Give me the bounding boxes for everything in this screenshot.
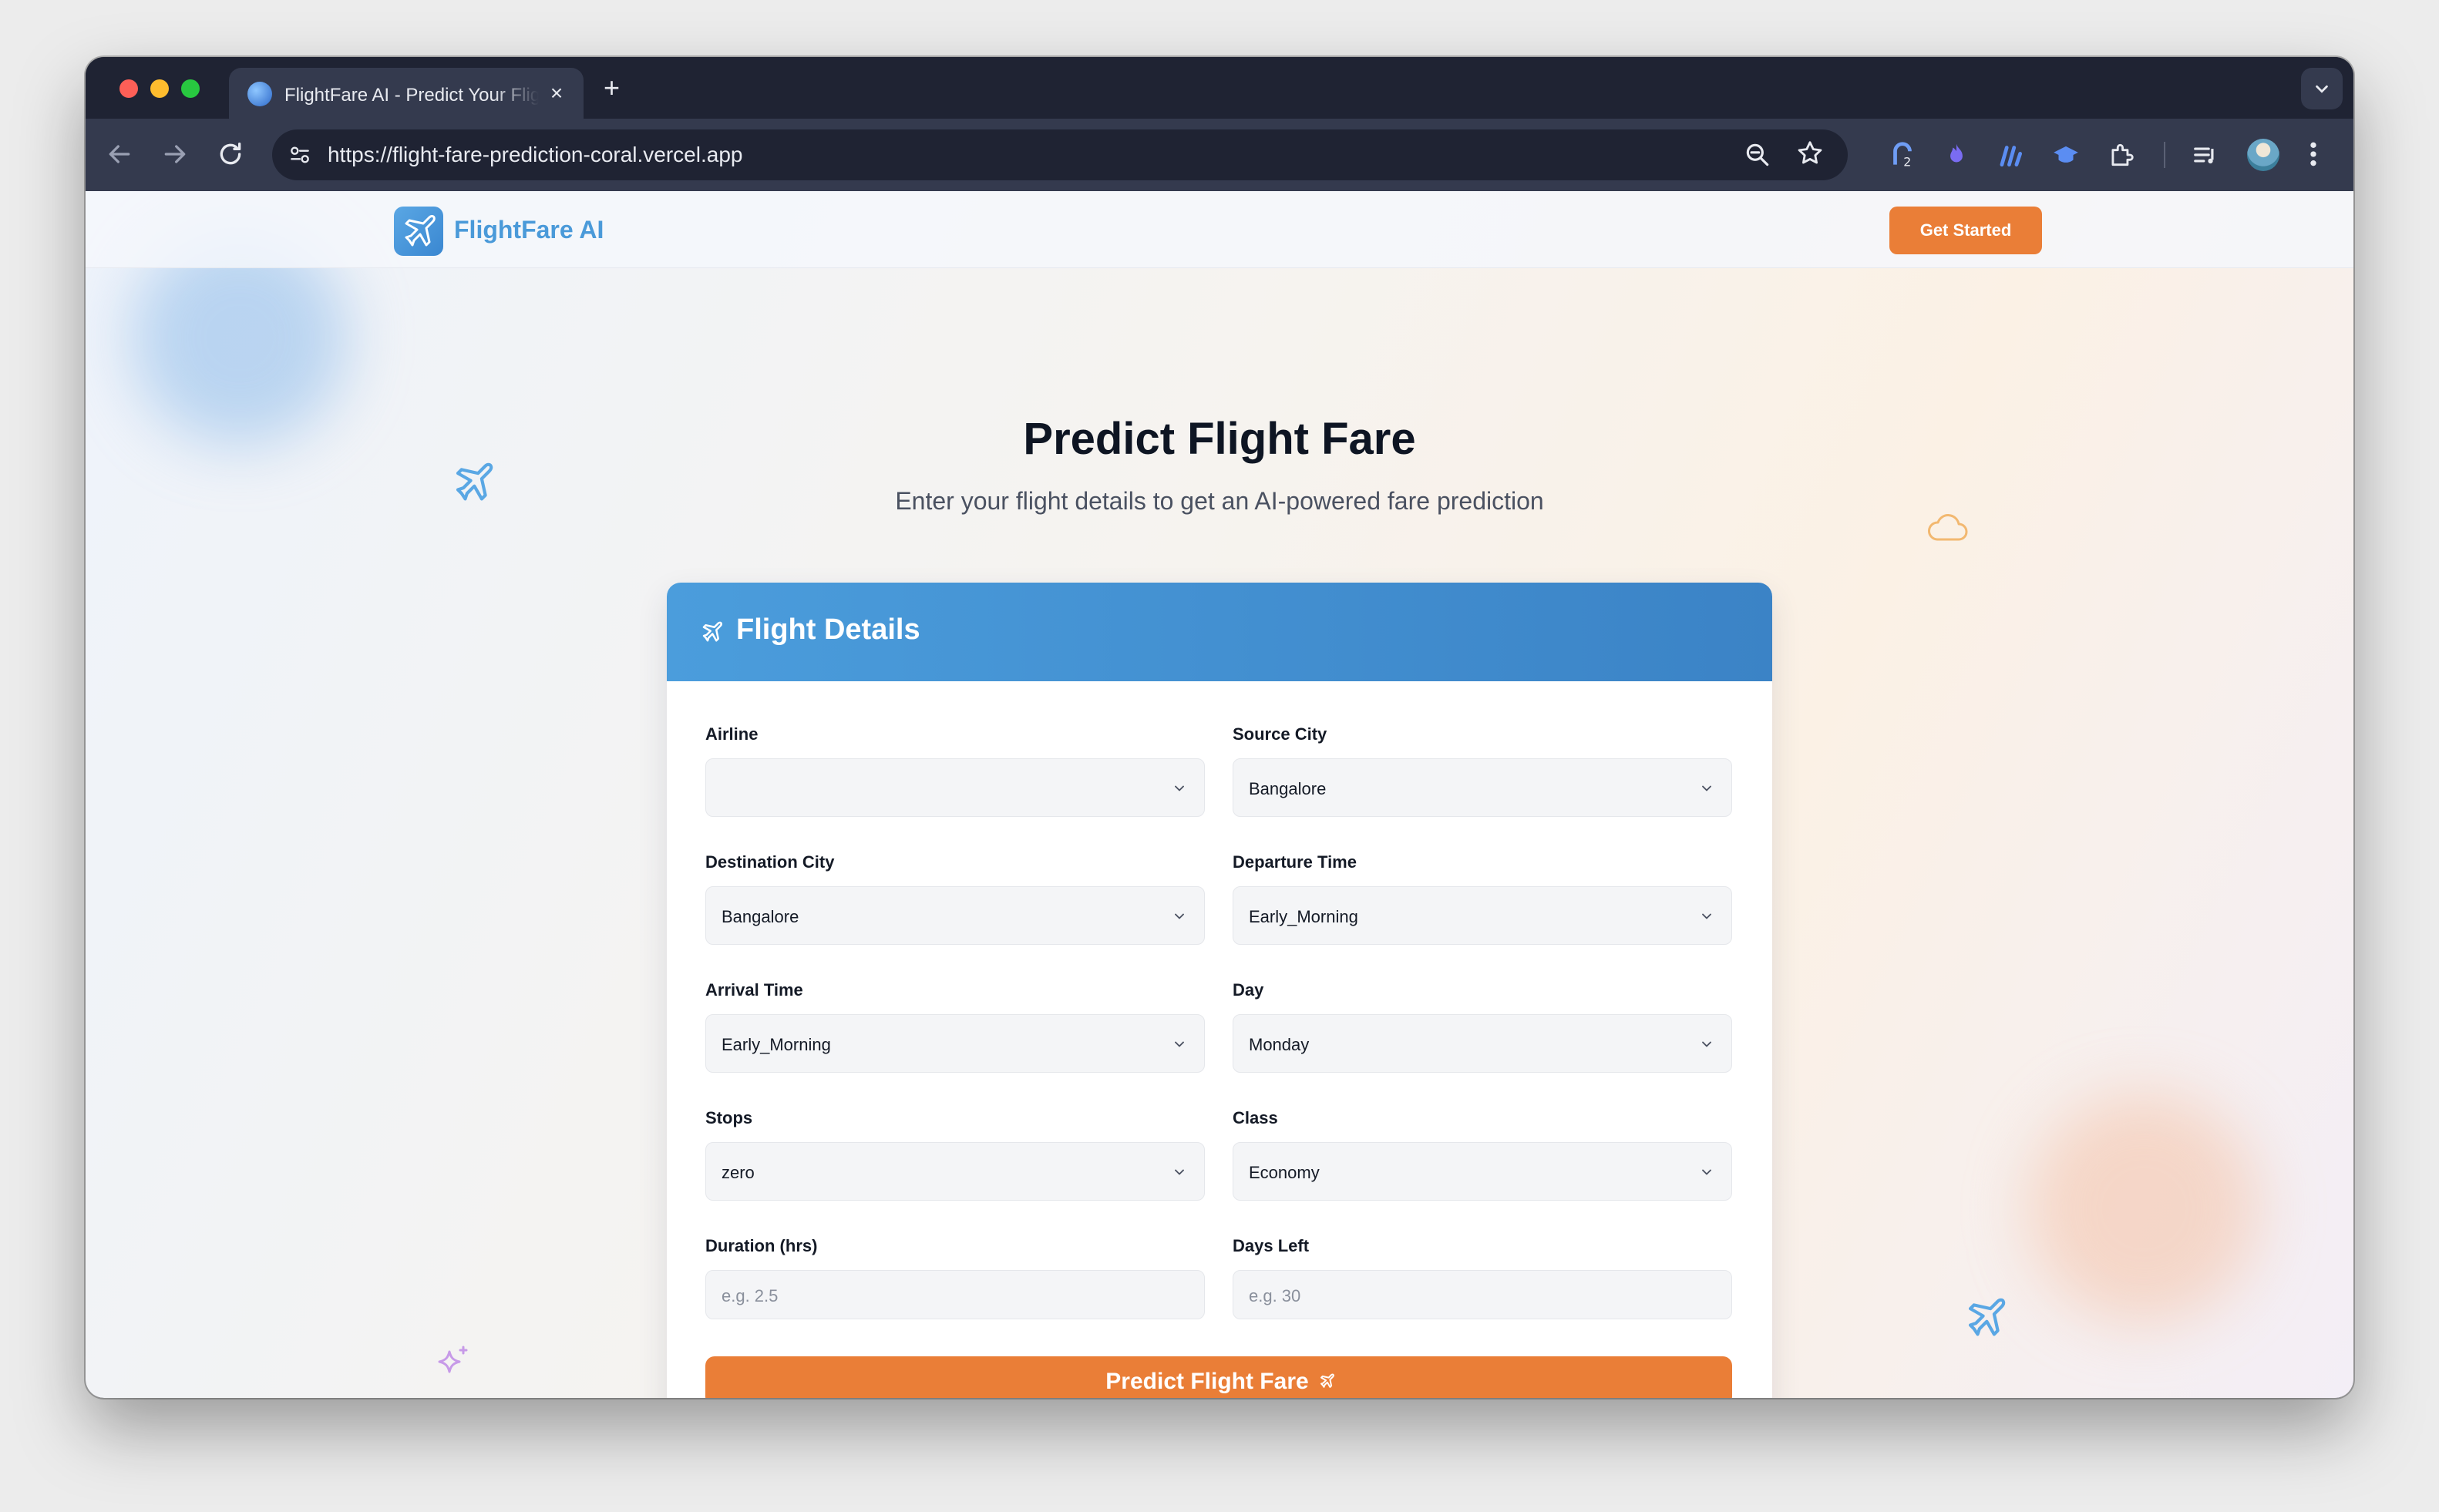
maximize-window-button[interactable]	[181, 79, 200, 98]
site-navbar: FlightFare AI Get Started	[86, 191, 2353, 268]
destination-city-label: Destination City	[705, 852, 835, 872]
plane-icon	[405, 215, 436, 247]
predict-button-label: Predict Flight Fare	[1105, 1369, 1309, 1394]
departure-time-select[interactable]: Early_Morning	[1233, 886, 1732, 945]
address-bar[interactable]: https://flight-fare-prediction-coral.ver…	[272, 129, 1848, 180]
departure-time-value: Early_Morning	[1249, 907, 1358, 926]
brand-name[interactable]: FlightFare AI	[454, 216, 604, 244]
chevron-down-icon	[2316, 85, 2328, 93]
tab-strip: FlightFare AI - Predict Your Flight Fare…	[86, 57, 2353, 119]
back-button[interactable]	[104, 139, 135, 170]
forward-button[interactable]	[160, 139, 190, 170]
card-header: Flight Details	[667, 583, 1772, 681]
browser-tab[interactable]: FlightFare AI - Predict Your Flight Fare…	[229, 68, 584, 119]
source-city-label: Source City	[1233, 724, 1327, 744]
tab-search-button[interactable]	[2301, 68, 2343, 109]
plane-icon	[1968, 1298, 2006, 1336]
profile-avatar[interactable]	[2247, 139, 2279, 171]
stops-value: zero	[722, 1163, 755, 1182]
airline-label: Airline	[705, 724, 759, 744]
days-left-label: Days Left	[1233, 1236, 1310, 1255]
flame-extension-icon[interactable]	[1942, 140, 1971, 170]
arrow-left-icon	[109, 145, 130, 163]
days-left-placeholder: e.g. 30	[1249, 1286, 1301, 1305]
predict-flight-fare-button[interactable]: Predict Flight Fare	[705, 1356, 1732, 1398]
tab-close-button[interactable]: ×	[543, 80, 570, 106]
page-title: Predict Flight Fare	[1023, 414, 1416, 464]
logo[interactable]	[394, 207, 443, 256]
media-queue-icon[interactable]	[2192, 140, 2221, 170]
stops-select[interactable]: zero	[705, 1142, 1205, 1201]
tab-title: FlightFare AI - Predict Your Flight Fare	[284, 85, 539, 106]
new-tab-button[interactable]: +	[604, 74, 620, 102]
page-subtitle: Enter your flight details to get an AI-p…	[895, 487, 1544, 515]
destination-city-value: Bangalore	[722, 907, 799, 926]
chevron-down-icon	[1702, 1169, 1711, 1175]
zoom-icon[interactable]	[1743, 140, 1772, 170]
card-title: Flight Details	[736, 613, 920, 646]
destination-city-select[interactable]: Bangalore	[705, 886, 1205, 945]
days-left-input[interactable]: e.g. 30	[1233, 1270, 1732, 1319]
globe-icon	[247, 82, 272, 106]
chevron-down-icon	[1702, 1041, 1711, 1047]
bookmark-star-icon[interactable]	[1795, 139, 1825, 168]
puzzle-icon[interactable]	[2107, 140, 2136, 170]
toolbar-divider	[2164, 142, 2165, 168]
flight-details-card: Flight Details Airline Source City Banga…	[667, 583, 1772, 1398]
browser-toolbar: https://flight-fare-prediction-coral.ver…	[86, 119, 2353, 191]
day-select[interactable]: Monday	[1233, 1014, 1732, 1073]
decorative-blob	[2028, 1093, 2259, 1324]
class-label: Class	[1233, 1108, 1278, 1127]
class-value: Economy	[1249, 1163, 1320, 1182]
site-settings-icon[interactable]	[288, 143, 312, 167]
arrival-time-select[interactable]: Early_Morning	[705, 1014, 1205, 1073]
plane-icon	[1320, 1373, 1334, 1388]
day-label: Day	[1233, 980, 1264, 1000]
airline-select[interactable]	[705, 758, 1205, 817]
browser-window: FlightFare AI - Predict Your Flight Fare…	[86, 57, 2353, 1398]
day-value: Monday	[1249, 1035, 1310, 1054]
reload-button[interactable]	[215, 139, 246, 170]
plane-icon	[702, 621, 722, 642]
close-window-button[interactable]	[119, 79, 138, 98]
source-city-select[interactable]: Bangalore	[1233, 758, 1732, 817]
stops-label: Stops	[705, 1108, 753, 1127]
departure-time-label: Departure Time	[1233, 852, 1357, 872]
chart-extension-icon[interactable]	[1996, 140, 2025, 170]
class-select[interactable]: Economy	[1233, 1142, 1732, 1201]
reload-icon	[220, 143, 241, 165]
graduation-extension-icon[interactable]	[2051, 140, 2081, 170]
kebab-menu-icon[interactable]	[2306, 139, 2321, 170]
chevron-down-icon	[1175, 785, 1184, 791]
extension-badge-icon[interactable]: 2	[1888, 140, 1917, 170]
chevron-down-icon	[1702, 913, 1711, 919]
duration-input[interactable]: e.g. 2.5	[705, 1270, 1205, 1319]
arrow-right-icon	[164, 145, 186, 163]
duration-label: Duration (hrs)	[705, 1236, 818, 1255]
svg-text:2: 2	[1903, 154, 1911, 169]
source-city-value: Bangalore	[1249, 779, 1327, 798]
sparkle-icon	[438, 1346, 468, 1373]
minimize-window-button[interactable]	[150, 79, 169, 98]
chevron-down-icon	[1702, 785, 1711, 791]
duration-placeholder: e.g. 2.5	[722, 1286, 779, 1305]
url-text[interactable]: https://flight-fare-prediction-coral.ver…	[328, 143, 742, 167]
arrival-time-label: Arrival Time	[705, 980, 803, 1000]
arrival-time-value: Early_Morning	[722, 1035, 831, 1054]
web-page: FlightFare AI Get Started Predict Flight…	[86, 191, 2353, 1398]
chevron-down-icon	[1175, 1041, 1184, 1047]
get-started-button[interactable]: Get Started	[1889, 207, 2042, 254]
chevron-down-icon	[1175, 913, 1184, 919]
chevron-down-icon	[1175, 1169, 1184, 1175]
